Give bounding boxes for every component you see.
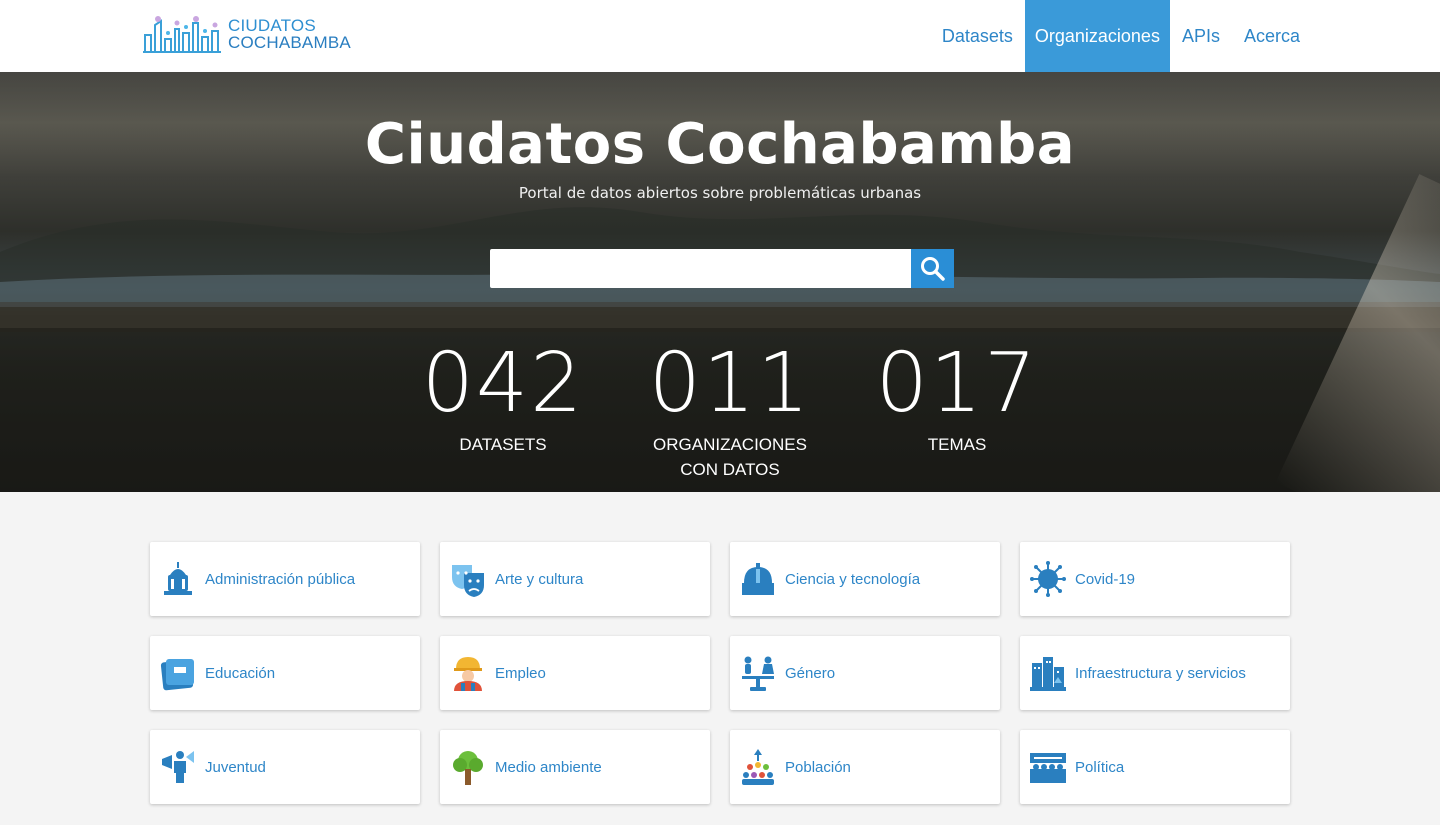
topic-card-infraestructura[interactable]: Infraestructura y servicios xyxy=(1020,636,1290,710)
topic-card-juventud[interactable]: Juventud xyxy=(150,730,420,804)
logo-line1: CIUDATOS xyxy=(228,16,316,35)
government-building-icon xyxy=(160,561,196,597)
book-icon xyxy=(160,655,196,691)
virus-icon xyxy=(1030,561,1066,597)
parliament-icon xyxy=(1030,749,1066,785)
search-icon xyxy=(920,256,945,281)
nav-acerca[interactable]: Acerca xyxy=(1232,0,1300,72)
stat-value: 017 xyxy=(875,336,1039,431)
topic-card-educacion[interactable]: Educación xyxy=(150,636,420,710)
nav-datasets[interactable]: Datasets xyxy=(932,0,1023,72)
stat-value: 011 xyxy=(648,336,812,431)
topic-label: Educación xyxy=(205,664,276,682)
topic-card-genero[interactable]: Género xyxy=(730,636,1000,710)
observatory-icon xyxy=(740,561,776,597)
stat-label-line1: ORGANIZACIONES xyxy=(653,435,807,454)
topic-card-arte[interactable]: Arte y cultura xyxy=(440,542,710,616)
logo-line2: COCHABAMBA xyxy=(228,33,351,52)
topic-card-ciencia[interactable]: Ciencia y tecnología xyxy=(730,542,1000,616)
nav-organizaciones[interactable]: Organizaciones xyxy=(1024,0,1170,72)
nav-apis[interactable]: APIs xyxy=(1172,0,1230,72)
hero-banner: Ciudatos Cochabamba Portal de datos abie… xyxy=(0,72,1440,492)
topic-label: Género xyxy=(785,664,836,682)
stat-organizaciones: 011 ORGANIZACIONES CON DATOS xyxy=(620,340,840,482)
topic-label: Ciencia y tecnología xyxy=(785,570,921,588)
site-logo[interactable]: CIUDATOS COCHABAMBA xyxy=(142,12,357,56)
logo-wordmark: CIUDATOS COCHABAMBA xyxy=(228,17,351,51)
stat-datasets: 042 DATASETS xyxy=(393,340,613,457)
search-bar xyxy=(490,249,954,288)
stat-temas: 017 TEMAS xyxy=(847,340,1067,457)
hero-subtitle: Portal de datos abiertos sobre problemát… xyxy=(518,184,922,202)
topic-label: Política xyxy=(1075,758,1125,776)
site-header: CIUDATOS COCHABAMBA Datasets Organizacio… xyxy=(0,0,1440,72)
topic-label: Arte y cultura xyxy=(495,570,584,588)
topic-label: Infraestructura y servicios xyxy=(1075,664,1246,682)
topic-card-covid[interactable]: Covid-19 xyxy=(1020,542,1290,616)
topic-label: Población xyxy=(785,758,851,776)
city-infrastructure-icon xyxy=(1030,655,1066,691)
stat-value: 042 xyxy=(421,336,585,431)
stat-label: DATASETS xyxy=(459,435,547,454)
topic-card-medio-ambiente[interactable]: Medio ambiente xyxy=(440,730,710,804)
theater-masks-icon xyxy=(450,561,486,597)
stat-label-line2: CON DATOS xyxy=(680,460,780,479)
population-group-icon xyxy=(740,749,776,785)
hero-title: Ciudatos Cochabamba xyxy=(364,112,1076,177)
search-input[interactable] xyxy=(490,249,911,288)
stats-row: 042 DATASETS 011 ORGANIZACIONES CON DATO… xyxy=(0,340,1440,480)
topic-card-administracion[interactable]: Administración pública xyxy=(150,542,420,616)
gender-scale-icon xyxy=(740,655,776,691)
tree-icon xyxy=(450,749,486,785)
topic-label: Administración pública xyxy=(205,570,356,588)
stat-label: ORGANIZACIONES CON DATOS xyxy=(620,432,840,482)
topic-card-poblacion[interactable]: Población xyxy=(730,730,1000,804)
topic-label: Juventud xyxy=(205,758,266,776)
youth-megaphone-icon xyxy=(160,749,196,785)
main-nav: Datasets Organizaciones APIs Acerca xyxy=(932,0,1300,72)
topic-label: Empleo xyxy=(495,664,546,682)
search-button[interactable] xyxy=(911,249,954,288)
topic-card-empleo[interactable]: Empleo xyxy=(440,636,710,710)
topic-label: Covid-19 xyxy=(1075,570,1136,588)
topic-card-politica[interactable]: Política xyxy=(1020,730,1290,804)
worker-icon xyxy=(450,655,486,691)
topic-label: Medio ambiente xyxy=(495,758,602,776)
city-skyline-logo-icon xyxy=(143,16,221,53)
stat-label: TEMAS xyxy=(927,435,987,454)
